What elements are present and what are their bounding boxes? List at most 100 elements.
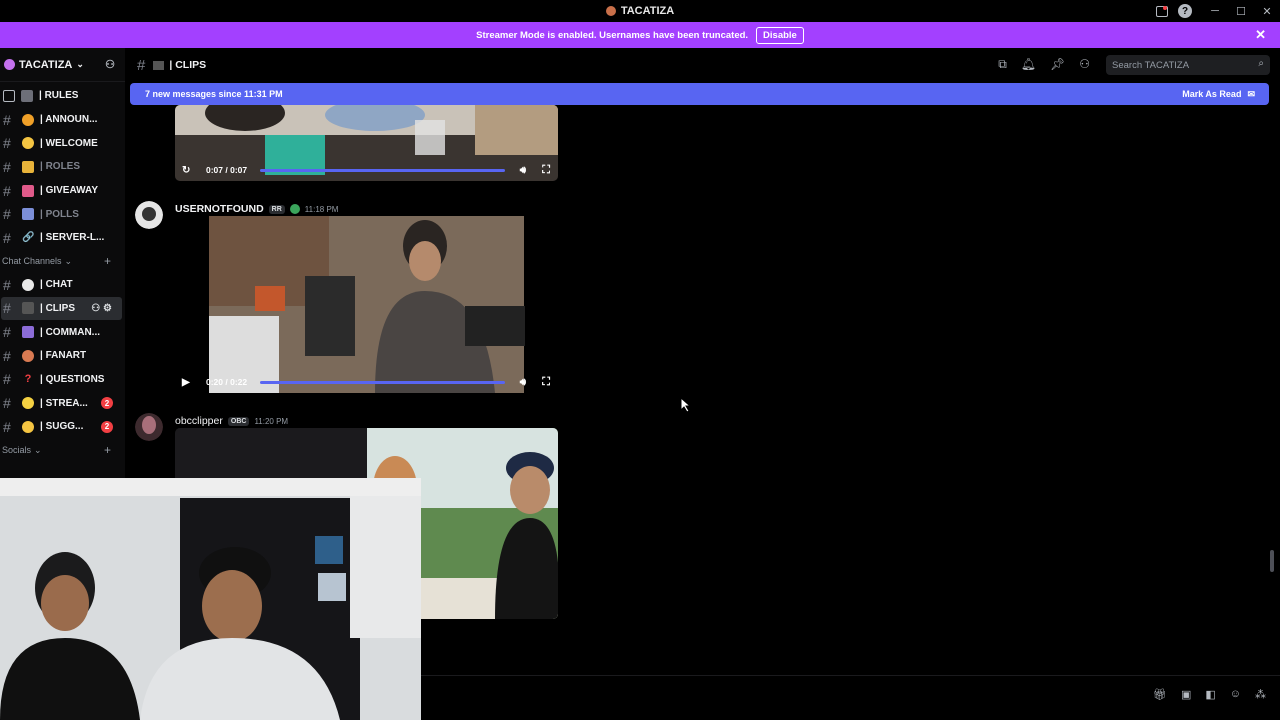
channel-stream[interactable]: # | STREA... 2 [0,391,125,415]
badge-icon [289,204,300,214]
channel-questions[interactable]: # ? | QUESTIONS [0,368,125,392]
add-channel-icon[interactable]: + [104,254,111,268]
channel-commands[interactable]: # | COMMAN... [0,320,125,344]
avatar[interactable] [135,413,163,441]
bell-icon[interactable]: 🔔︎ [1021,57,1036,72]
channel-label: | QUESTIONS [40,373,105,385]
close-icon[interactable]: ✕ [1254,0,1280,22]
rules-icon [3,89,15,102]
channel-title: | CLIPS [169,59,207,71]
server-header[interactable]: TACATIZA ⌄ ⚇ [0,48,125,82]
chevron-down-icon: ⌄ [34,444,42,455]
video-player[interactable]: ↻ 0:07 / 0:07 🔊︎ ⛶ [175,105,558,181]
banner-close-icon[interactable]: ✕ [1255,27,1266,43]
threads-icon[interactable]: ⧉ [998,57,1007,72]
video-progress[interactable] [260,169,505,172]
pin-icon[interactable]: 📌︎ [1050,57,1065,72]
hash-icon: # [3,395,11,412]
mark-as-read-button[interactable]: Mark As Read ✉ [1182,89,1255,100]
username[interactable]: USERNOTFOUND [175,203,264,215]
volume-icon[interactable]: 🔊︎ [520,165,526,176]
search-box[interactable]: ⌕ [1106,55,1270,75]
new-messages-bar[interactable]: 7 new messages since 11:31 PM Mark As Re… [130,83,1269,105]
fullscreen-icon[interactable]: ⛶ [542,376,550,389]
link-icon: 🔗 [22,231,35,243]
channel-label: | RULES [39,90,79,102]
gif-icon[interactable]: ▣ [1181,688,1191,701]
palette-icon [22,349,34,362]
disable-streamer-mode-button[interactable]: Disable [756,26,804,44]
hash-icon: # [3,276,11,293]
unread-badge: 2 [101,397,113,410]
fullscreen-icon[interactable]: ⛶ [542,164,550,177]
replay-icon[interactable]: ↻ [182,165,194,176]
channel-rules[interactable]: | RULES [0,84,125,108]
video-player[interactable]: ▶ 0:20 / 0:22 🔊︎ ⛶ [175,216,558,393]
user-tag: OBC [227,416,250,426]
username[interactable]: obcclipper [175,415,223,427]
channel-clips[interactable]: # | CLIPS ⚇ ⚙ [1,296,122,321]
play-icon[interactable]: ▶ [182,377,194,388]
channel-fanart[interactable]: # | FANART [0,344,125,368]
add-member-icon[interactable]: ⚇ [105,58,115,71]
hash-icon: # [3,229,11,246]
speech-icon [22,278,34,291]
message-input[interactable] [435,688,1115,708]
hash-icon: # [3,371,11,388]
channel-label: | COMMAN... [40,326,101,338]
channel-welcome[interactable]: # | WELCOME [0,131,125,155]
category-socials[interactable]: Socials ⌄ + [0,439,125,462]
volume-icon[interactable]: 🔊︎ [520,377,526,388]
channel-settings-icon[interactable]: ⚇ ⚙ [91,303,112,314]
gift-icon[interactable]: 🎁︎ [1153,688,1167,701]
video-progress[interactable] [260,381,505,384]
bulb-icon [22,397,34,410]
question-icon: ? [24,373,32,386]
category-label: Chat Channels [2,256,62,267]
channel-label: | WELCOME [40,137,98,149]
streamer-mode-banner: Streamer Mode is enabled. Usernames have… [0,22,1280,48]
channel-server-links[interactable]: # 🔗 | SERVER-L... [0,226,125,250]
hash-icon: # [3,135,11,152]
new-messages-text: 7 new messages since 11:31 PM [145,89,283,99]
hash-icon: # [137,56,146,74]
app-title: TACATIZA [605,5,674,17]
search-input[interactable] [1112,59,1252,71]
hash-icon: # [3,158,11,175]
add-channel-icon[interactable]: + [104,443,111,457]
mark-as-read-label: Mark As Read [1182,89,1242,99]
user-tag: RR [268,204,285,214]
channel-giveaway[interactable]: # | GIVEAWAY [0,179,125,203]
sticker-icon[interactable]: ◧ [1205,688,1215,701]
channel-chat[interactable]: # | CHAT [0,273,125,297]
minimize-icon[interactable]: ─ [1202,0,1228,22]
members-icon[interactable]: ⚇ [1079,57,1090,72]
channel-label: | STREA... [40,397,88,409]
emoji-icon[interactable]: ☺ [1230,688,1241,701]
hash-icon: # [3,300,11,317]
unread-badge: 2 [101,420,113,433]
maximize-icon[interactable]: ☐ [1228,0,1254,22]
webcam-overlay [0,478,421,720]
channel-label: | ANNOUN... [40,114,98,126]
avatar[interactable] [135,201,163,229]
scrollbar-thumb[interactable] [1270,550,1274,572]
channel-suggestions[interactable]: # | SUGG... 2 [0,415,125,439]
book-icon [21,89,33,102]
channel-announcements[interactable]: # | ANNOUN... [0,108,125,132]
channel-roles[interactable]: # | ROLES [0,155,125,179]
help-icon[interactable]: ? [1178,4,1192,18]
inbox-icon[interactable] [1156,5,1168,17]
category-chat-channels[interactable]: Chat Channels ⌄ + [0,250,125,273]
chevron-down-icon: ⌄ [64,255,73,266]
thinking-icon [22,420,34,433]
channel-list: | RULES # | ANNOUN... # | WELCOME # | RO… [0,82,125,462]
apps-icon[interactable]: ⁂ [1255,688,1266,701]
hash-icon: # [3,418,11,435]
server-icon [4,59,15,70]
channel-polls[interactable]: # | POLLS [0,202,125,226]
announce-icon [22,113,34,126]
party-icon [22,184,34,197]
channel-label: | SUGG... [40,421,84,433]
video-controls: ▶ 0:20 / 0:22 🔊︎ ⛶ [175,371,558,393]
